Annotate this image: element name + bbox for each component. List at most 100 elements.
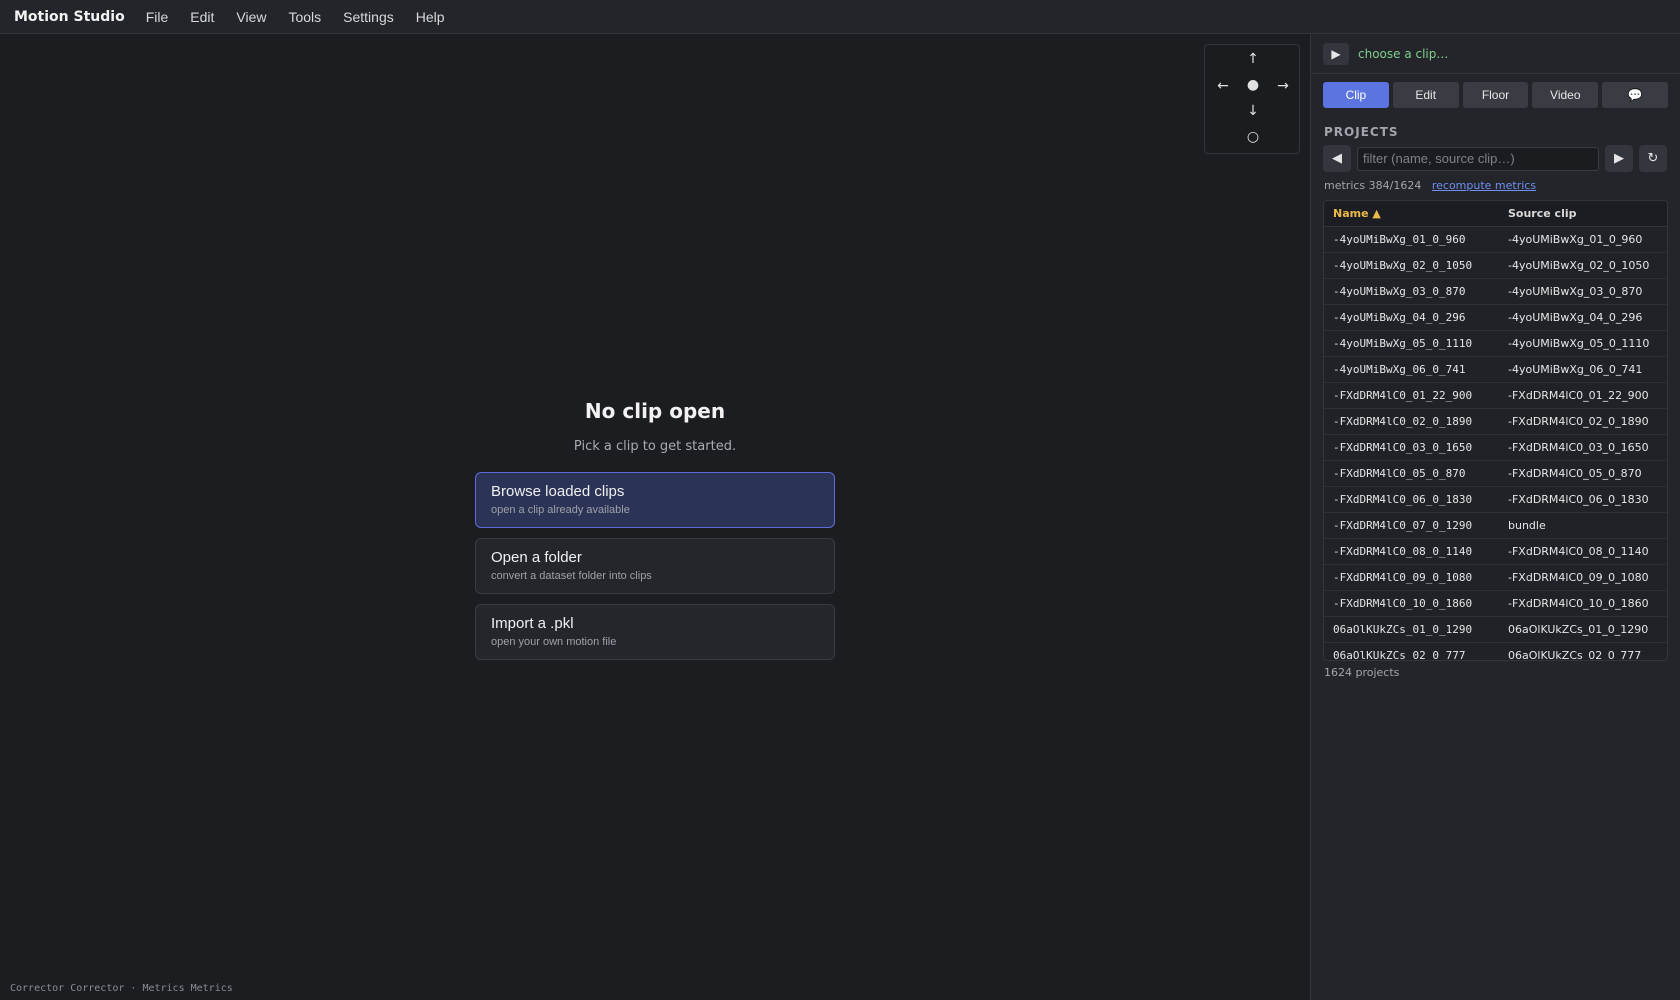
project-name-cell: -FXdDRM4lC0_10_0_1860 <box>1324 590 1499 617</box>
project-name-cell: -FXdDRM4lC0_05_0_870 <box>1324 460 1499 487</box>
project-name-cell: -4yoUMiBwXg_01_0_960 <box>1324 226 1499 253</box>
source-clip-cell: 06aOlKUkZCs_01_0_1290 <box>1499 616 1667 643</box>
import-pkl-title: Import a .pkl <box>491 615 574 632</box>
table-row[interactable]: -4yoUMiBwXg_02_0_1050 -4yoUMiBwXg_02_0_10… <box>1324 252 1667 279</box>
projects-heading: PROJECTS <box>1324 125 1399 139</box>
empty-state-title: No clip open <box>584 399 726 423</box>
table-row[interactable]: -4yoUMiBwXg_04_0_296 -4yoUMiBwXg_04_0_296 <box>1324 304 1667 331</box>
source-clip-cell: 06aOlKUkZCs_02_0_777 <box>1499 642 1667 660</box>
tab-floor[interactable]: Floor <box>1462 82 1529 108</box>
menu-edit[interactable]: Edit <box>179 9 225 25</box>
project-filter-input[interactable] <box>1357 146 1599 171</box>
source-clip-cell: -FXdDRM4lC0_01_22_900 <box>1499 382 1667 409</box>
menu-file[interactable]: File <box>135 9 180 25</box>
project-name-cell: -FXdDRM4lC0_06_0_1830 <box>1324 486 1499 513</box>
source-clip-cell: -FXdDRM4lC0_09_0_1080 <box>1499 564 1667 591</box>
project-name-cell: -FXdDRM4lC0_03_0_1650 <box>1324 434 1499 461</box>
source-clip-cell: -4yoUMiBwXg_01_0_960 <box>1499 226 1667 253</box>
project-name-cell: -4yoUMiBwXg_05_0_1110 <box>1324 330 1499 357</box>
table-row[interactable]: -4yoUMiBwXg_05_0_1110 -4yoUMiBwXg_05_0_11… <box>1324 330 1667 357</box>
import-pkl-subtitle: open your own motion file <box>491 636 617 648</box>
project-name-cell: -FXdDRM4lC0_09_0_1080 <box>1324 564 1499 591</box>
camera-right-arrow-icon[interactable]: → <box>1273 78 1293 94</box>
table-row[interactable]: -FXdDRM4lC0_03_0_1650 -FXdDRM4lC0_03_0_16… <box>1324 434 1667 461</box>
open-folder-subtitle: convert a dataset folder into clips <box>491 570 652 582</box>
table-row[interactable]: -FXdDRM4lC0_01_22_900 -FXdDRM4lC0_01_22_9… <box>1324 382 1667 409</box>
table-row[interactable]: -4yoUMiBwXg_06_0_741 -4yoUMiBwXg_06_0_741 <box>1324 356 1667 383</box>
project-name-cell: -FXdDRM4lC0_07_0_1290 <box>1324 512 1499 539</box>
refresh-icon[interactable]: ↻ <box>1639 145 1667 172</box>
projects-table[interactable]: Name ▲ Source clip -4yoUMiBwXg_01_0_960-… <box>1323 200 1668 661</box>
tab-video[interactable]: Video <box>1532 82 1599 108</box>
table-row[interactable]: -FXdDRM4lC0_09_0_1080 -FXdDRM4lC0_09_0_10… <box>1324 564 1667 591</box>
table-row[interactable]: -FXdDRM4lC0_06_0_1830 -FXdDRM4lC0_06_0_18… <box>1324 486 1667 513</box>
source-clip-cell: bundle <box>1499 512 1667 539</box>
project-name-cell: -4yoUMiBwXg_02_0_1050 <box>1324 252 1499 279</box>
camera-center-dot-icon[interactable]: ● <box>1243 77 1263 93</box>
table-row[interactable]: -FXdDRM4lC0_02_0_1890 -FXdDRM4lC0_02_0_18… <box>1324 408 1667 435</box>
browse-clips-button[interactable]: Browse loaded clips open a clip already … <box>475 472 835 528</box>
menu-settings[interactable]: Settings <box>332 9 405 25</box>
source-clip-cell: -4yoUMiBwXg_02_0_1050 <box>1499 252 1667 279</box>
menu-help[interactable]: Help <box>405 9 456 25</box>
recompute-metrics-link[interactable]: recompute metrics <box>1432 179 1536 192</box>
camera-down-arrow-icon[interactable]: ↓ <box>1243 103 1263 119</box>
table-row[interactable]: -FXdDRM4lC0_08_0_1140 -FXdDRM4lC0_08_0_11… <box>1324 538 1667 565</box>
tab-clip[interactable]: Clip <box>1323 82 1389 108</box>
empty-state: No clip open Pick a clip to get started.… <box>475 389 835 660</box>
camera-up-arrow-icon[interactable]: ↑ <box>1243 51 1263 67</box>
filter-row: ◀ ▶ ↻ <box>1311 139 1680 172</box>
project-name-cell: -4yoUMiBwXg_03_0_870 <box>1324 278 1499 305</box>
tab-chat-icon[interactable]: 💬 <box>1602 82 1668 108</box>
open-folder-title: Open a folder <box>491 549 582 566</box>
metrics-row: metrics 384/1624 recompute metrics <box>1311 172 1680 192</box>
source-clip-cell: -4yoUMiBwXg_05_0_1110 <box>1499 330 1667 357</box>
project-name-cell: -4yoUMiBwXg_04_0_296 <box>1324 304 1499 331</box>
source-clip-cell: -FXdDRM4lC0_06_0_1830 <box>1499 486 1667 513</box>
prev-page-icon[interactable]: ◀ <box>1323 145 1351 172</box>
sidebar: ▶ choose a clip… Clip Edit Floor Video 💬… <box>1310 34 1680 1000</box>
table-row[interactable]: -FXdDRM4lC0_07_0_1290 bundle <box>1324 512 1667 539</box>
column-header-source-clip[interactable]: Source clip <box>1499 201 1667 227</box>
clip-bar: ▶ choose a clip… <box>1311 34 1680 74</box>
source-clip-cell: -4yoUMiBwXg_03_0_870 <box>1499 278 1667 305</box>
sidebar-tabs: Clip Edit Floor Video 💬 <box>1311 74 1680 108</box>
menu-view[interactable]: View <box>225 9 277 25</box>
tab-edit[interactable]: Edit <box>1392 82 1459 108</box>
choose-clip-link[interactable]: choose a clip… <box>1358 47 1448 61</box>
table-row[interactable]: -FXdDRM4lC0_05_0_870 -FXdDRM4lC0_05_0_870 <box>1324 460 1667 487</box>
source-clip-cell: -4yoUMiBwXg_06_0_741 <box>1499 356 1667 383</box>
camera-dpad: ↑ ← ● → ↓ ○ <box>1204 44 1300 154</box>
open-folder-button[interactable]: Open a folder convert a dataset folder i… <box>475 538 835 594</box>
browse-clips-subtitle: open a clip already available <box>491 504 630 516</box>
source-clip-cell: -4yoUMiBwXg_04_0_296 <box>1499 304 1667 331</box>
table-row[interactable]: 06aOlKUkZCs_01_0_1290 06aOlKUkZCs_01_0_12… <box>1324 616 1667 643</box>
project-name-cell: 06aOlKUkZCs_02_0_777 <box>1324 642 1499 660</box>
source-clip-cell: -FXdDRM4lC0_05_0_870 <box>1499 460 1667 487</box>
empty-state-subtitle: Pick a clip to get started. <box>573 439 737 454</box>
status-line: Corrector Corrector · Metrics Metrics <box>10 983 233 994</box>
source-clip-cell: -FXdDRM4lC0_02_0_1890 <box>1499 408 1667 435</box>
metrics-status: metrics 384/1624 <box>1324 179 1422 192</box>
import-pkl-button[interactable]: Import a .pkl open your own motion file <box>475 604 835 660</box>
play-icon[interactable]: ▶ <box>1323 42 1349 65</box>
camera-reset-circle-icon[interactable]: ○ <box>1243 129 1263 145</box>
next-page-icon[interactable]: ▶ <box>1605 145 1633 172</box>
browse-clips-title: Browse loaded clips <box>491 483 625 500</box>
table-row[interactable]: -4yoUMiBwXg_03_0_870 -4yoUMiBwXg_03_0_870 <box>1324 278 1667 305</box>
table-header-row: Name ▲ Source clip <box>1324 201 1667 227</box>
table-row[interactable]: 06aOlKUkZCs_02_0_777 06aOlKUkZCs_02_0_777 <box>1324 642 1667 660</box>
project-name-cell: -FXdDRM4lC0_01_22_900 <box>1324 382 1499 409</box>
source-clip-cell: -FXdDRM4lC0_08_0_1140 <box>1499 538 1667 565</box>
project-name-cell: -4yoUMiBwXg_06_0_741 <box>1324 356 1499 383</box>
table-row[interactable]: -FXdDRM4lC0_10_0_1860 -FXdDRM4lC0_10_0_18… <box>1324 590 1667 617</box>
viewport[interactable]: ↑ ← ● → ↓ ○ No clip open Pick a clip to … <box>0 34 1310 1000</box>
project-name-cell: -FXdDRM4lC0_08_0_1140 <box>1324 538 1499 565</box>
menu-bar: Motion Studio File Edit View Tools Setti… <box>0 0 1680 34</box>
source-clip-cell: -FXdDRM4lC0_10_0_1860 <box>1499 590 1667 617</box>
project-count: 1624 projects <box>1324 666 1400 679</box>
table-row[interactable]: -4yoUMiBwXg_01_0_960 -4yoUMiBwXg_01_0_960 <box>1324 226 1667 253</box>
menu-tools[interactable]: Tools <box>277 9 332 25</box>
camera-left-arrow-icon[interactable]: ← <box>1213 78 1233 94</box>
column-header-name[interactable]: Name ▲ <box>1324 201 1499 227</box>
